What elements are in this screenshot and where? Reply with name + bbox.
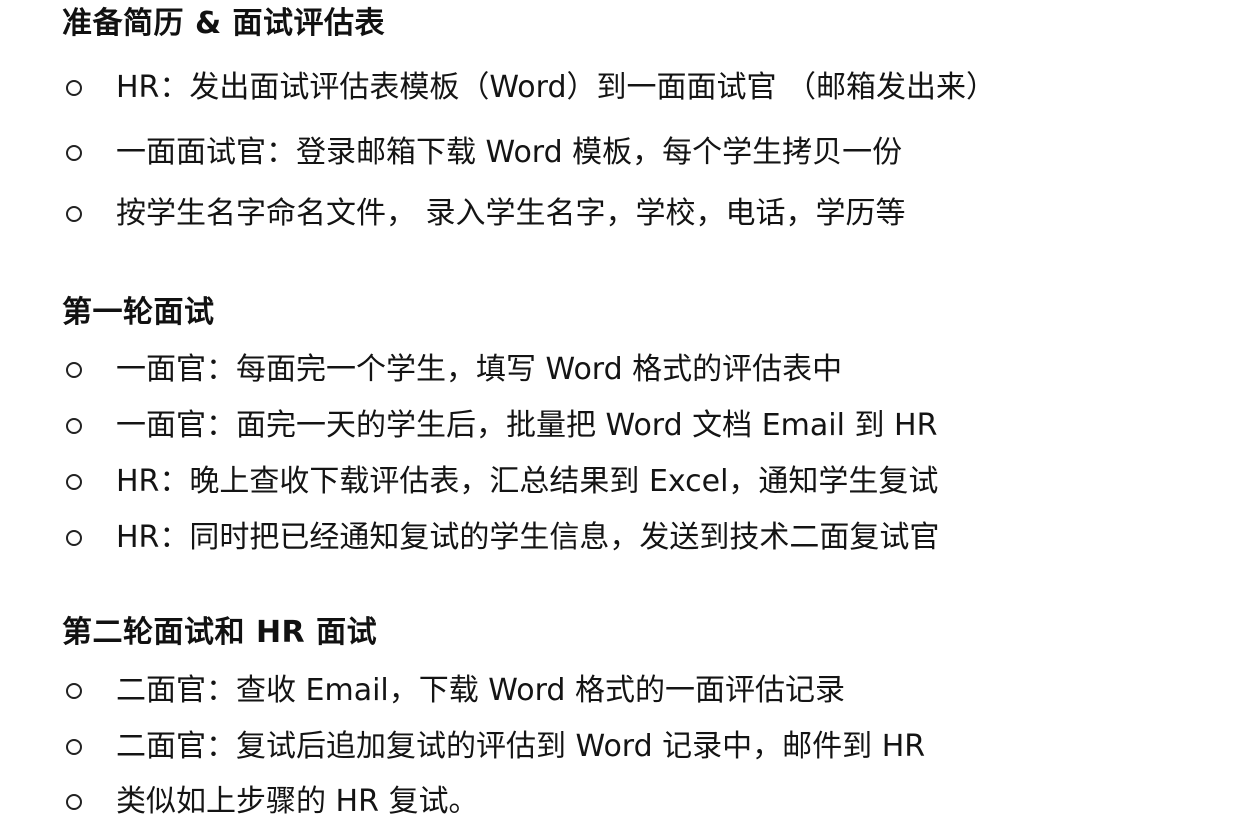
- circle-bullet-icon: [66, 683, 82, 699]
- list-item: HR：同时把已经通知复试的学生信息，发送到技术二面复试官: [66, 518, 939, 558]
- list-item: 类似如上步骤的 HR 复试。: [66, 782, 478, 822]
- list-item-text: HR：发出面试评估表模板（Word）到一面面试官 （邮箱发出来）: [116, 70, 997, 105]
- circle-bullet-icon: [66, 530, 82, 546]
- list-item-text: 按学生名字命名文件， 录入学生名字，学校，电话，学历等: [116, 196, 906, 231]
- circle-bullet-icon: [66, 418, 82, 434]
- circle-bullet-icon: [66, 362, 82, 378]
- list-item-text: 一面面试官：登录邮箱下载 Word 模板，每个学生拷贝一份: [116, 135, 903, 170]
- list-item: 一面官：面完一天的学生后，批量把 Word 文档 Email 到 HR: [66, 406, 937, 446]
- circle-bullet-icon: [66, 145, 82, 161]
- list-item-text: 二面官：复试后追加复试的评估到 Word 记录中，邮件到 HR: [116, 729, 926, 764]
- list-item: 二面官：复试后追加复试的评估到 Word 记录中，邮件到 HR: [66, 727, 925, 767]
- list-item-text: 二面官：查收 Email，下载 Word 格式的一面评估记录: [116, 673, 845, 708]
- document-page: 准备简历 & 面试评估表 HR：发出面试评估表模板（Word）到一面面试官 （邮…: [0, 0, 1237, 820]
- list-item: HR：晚上查收下载评估表，汇总结果到 Excel，通知学生复试: [66, 462, 938, 502]
- section-heading-round-one: 第一轮面试: [62, 295, 215, 330]
- circle-bullet-icon: [66, 206, 82, 222]
- list-item-text: HR：晚上查收下载评估表，汇总结果到 Excel，通知学生复试: [116, 464, 939, 499]
- list-item: HR：发出面试评估表模板（Word）到一面面试官 （邮箱发出来）: [66, 68, 996, 108]
- list-item-text: 一面官：每面完一个学生，填写 Word 格式的评估表中: [116, 352, 843, 387]
- list-item: 一面官：每面完一个学生，填写 Word 格式的评估表中: [66, 350, 842, 390]
- list-item-text: 一面官：面完一天的学生后，批量把 Word 文档 Email 到 HR: [116, 408, 938, 443]
- section-heading-round-two: 第二轮面试和 HR 面试: [62, 615, 378, 650]
- circle-bullet-icon: [66, 80, 82, 96]
- list-item: 一面面试官：登录邮箱下载 Word 模板，每个学生拷贝一份: [66, 133, 902, 173]
- list-item: 按学生名字命名文件， 录入学生名字，学校，电话，学历等: [66, 194, 906, 234]
- list-item-text: 类似如上步骤的 HR 复试。: [116, 784, 479, 819]
- list-item-text: HR：同时把已经通知复试的学生信息，发送到技术二面复试官: [116, 520, 940, 555]
- circle-bullet-icon: [66, 474, 82, 490]
- circle-bullet-icon: [66, 794, 82, 810]
- circle-bullet-icon: [66, 739, 82, 755]
- section-heading-prepare: 准备简历 & 面试评估表: [62, 6, 386, 41]
- list-item: 二面官：查收 Email，下载 Word 格式的一面评估记录: [66, 671, 845, 711]
